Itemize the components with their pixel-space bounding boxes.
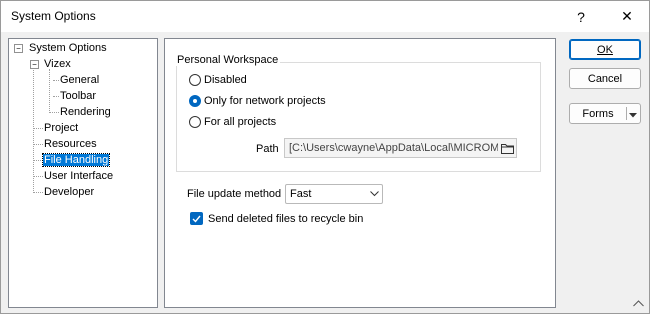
tree-item-project[interactable]: Project	[43, 121, 79, 136]
tree-connector	[33, 160, 43, 161]
tree-item-label: Resources	[44, 138, 97, 150]
help-icon: ?	[577, 8, 585, 25]
folder-icon[interactable]	[498, 141, 516, 155]
tree-connector	[49, 112, 59, 113]
recycle-bin-checkbox-row[interactable]: Send deleted files to recycle bin	[190, 212, 363, 225]
forms-button[interactable]: Forms	[569, 103, 641, 124]
select-value: Fast	[290, 188, 312, 200]
radio-label: Only for network projects	[204, 95, 326, 107]
cancel-label: Cancel	[587, 72, 623, 85]
tree-item-label: General	[60, 74, 100, 86]
tree-connector	[33, 144, 43, 145]
radio-label: Disabled	[204, 74, 247, 86]
tree-item-user-interface[interactable]: User Interface	[43, 169, 114, 184]
tree-item-resources[interactable]: Resources	[43, 137, 98, 152]
title-bar: System Options ? ✕	[1, 1, 649, 32]
file-handling-panel: Personal Workspace Disabled Only for net…	[164, 38, 556, 308]
options-tree[interactable]: − System Options − Vizex General Toolbar…	[8, 38, 158, 308]
tree-item-label: Toolbar	[60, 90, 97, 102]
radio-disabled[interactable]: Disabled	[189, 74, 247, 86]
chevron-down-icon	[366, 191, 382, 197]
tree-item-label: User Interface	[44, 170, 114, 182]
path-field[interactable]: [C:\Users\cwayne\AppData\Local\MICROM	[284, 138, 517, 158]
tree-item-toolbar[interactable]: Toolbar	[59, 89, 97, 104]
tree-item-system-options[interactable]: System Options	[28, 41, 108, 56]
tree-item-file-handling[interactable]: File Handling	[41, 153, 111, 168]
path-value: [C:\Users\cwayne\AppData\Local\MICROM	[289, 142, 498, 154]
tree-item-label: Vizex	[44, 58, 71, 70]
tree-connector	[49, 69, 50, 113]
recycle-bin-checkbox[interactable]	[190, 212, 203, 225]
tree-connector	[33, 176, 43, 177]
tree-item-label: Developer	[44, 186, 95, 198]
forms-label: Forms	[582, 107, 614, 120]
file-update-method-select[interactable]: Fast	[285, 184, 383, 204]
radio-label: For all projects	[204, 116, 277, 128]
tree-item-label: Project	[44, 122, 79, 134]
window-title: System Options	[11, 9, 96, 23]
close-icon: ✕	[621, 8, 633, 24]
file-update-method-label: File update method	[187, 188, 282, 200]
ok-button[interactable]: OK	[569, 39, 641, 60]
checkmark-icon	[192, 215, 201, 223]
path-label: Path	[256, 143, 279, 155]
radio-indicator[interactable]	[189, 74, 201, 86]
tree-item-label: File Handling	[41, 153, 111, 167]
split-divider	[626, 107, 627, 120]
recycle-bin-label: Send deleted files to recycle bin	[208, 212, 364, 225]
help-button[interactable]: ?	[561, 1, 601, 32]
collapse-icon[interactable]: −	[14, 44, 23, 53]
tree-connector	[33, 128, 43, 129]
tree-item-developer[interactable]: Developer	[43, 185, 95, 200]
collapse-icon[interactable]: −	[30, 60, 39, 69]
chevron-up-icon[interactable]	[633, 298, 644, 310]
close-button[interactable]: ✕	[607, 1, 647, 32]
tree-item-label: Rendering	[60, 106, 111, 118]
dropdown-arrow-icon[interactable]	[629, 109, 637, 121]
ok-label: OK	[597, 43, 613, 56]
radio-indicator[interactable]	[189, 116, 201, 128]
tree-item-vizex[interactable]: Vizex	[43, 57, 72, 72]
tree-item-general[interactable]: General	[59, 73, 100, 88]
tree-item-rendering[interactable]: Rendering	[59, 105, 112, 120]
system-options-dialog: System Options ? ✕ − System Options − Vi…	[0, 0, 650, 314]
cancel-button[interactable]: Cancel	[569, 68, 641, 89]
tree-connector	[33, 192, 43, 193]
radio-network-projects[interactable]: Only for network projects	[189, 95, 326, 107]
radio-indicator[interactable]	[189, 95, 201, 107]
radio-all-projects[interactable]: For all projects	[189, 116, 276, 128]
personal-workspace-caption: Personal Workspace	[175, 54, 281, 66]
tree-item-label: System Options	[29, 42, 107, 54]
